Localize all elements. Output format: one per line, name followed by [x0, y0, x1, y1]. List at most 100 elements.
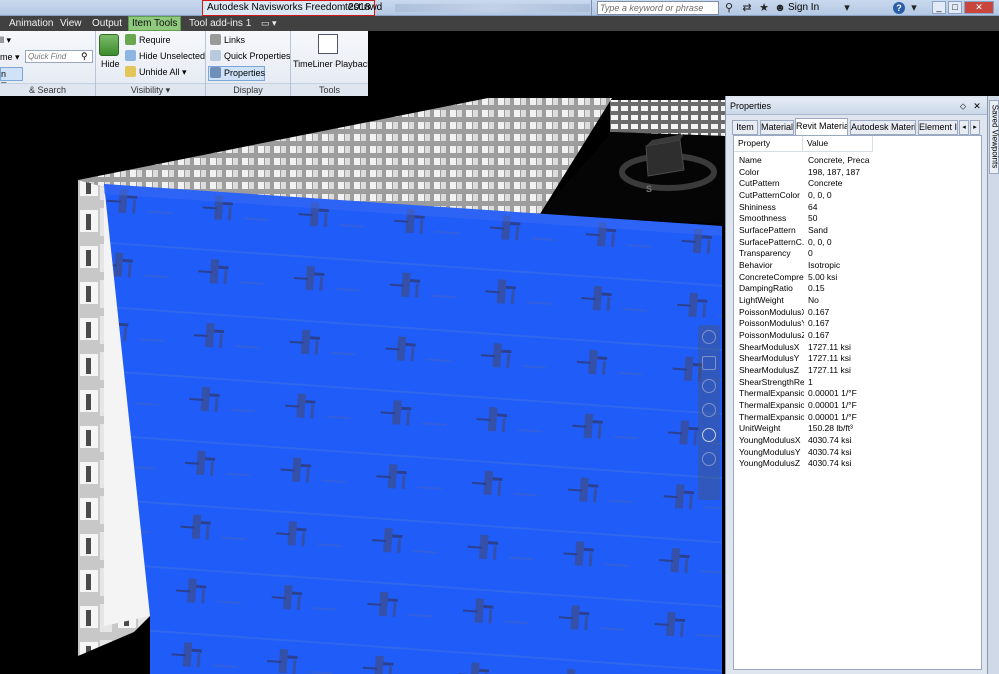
properties-title: Properties: [730, 101, 772, 111]
property-name: SurfacePattern: [739, 224, 796, 235]
properties-button[interactable]: Properties: [210, 67, 265, 80]
orbit-icon[interactable]: [702, 403, 716, 417]
property-row[interactable]: YoungModulusX 4030.74 ksi: [734, 435, 974, 447]
star-icon[interactable]: ★: [757, 0, 771, 16]
timeliner-icon[interactable]: [318, 34, 338, 54]
tab-view[interactable]: View: [57, 16, 85, 31]
hide-unselected-button[interactable]: Hide Unselected: [125, 50, 205, 63]
property-value: 64: [808, 201, 818, 212]
tab-item-tools[interactable]: Item Tools: [128, 16, 182, 31]
property-row[interactable]: YoungModulusY 4030.74 ksi: [734, 447, 974, 459]
property-value: 1727.11 ksi: [808, 341, 851, 352]
require-button[interactable]: Require: [125, 34, 171, 47]
property-row[interactable]: PoissonModulusY 0.167: [734, 318, 974, 330]
timeliner-playback-button[interactable]: TimeLiner Playback: [293, 58, 372, 71]
property-row[interactable]: PoissonModulusZ 0.167: [734, 330, 974, 342]
property-name: DampingRatio: [739, 283, 793, 294]
property-name: Smoothness: [739, 213, 787, 224]
tab-scroll-left-icon[interactable]: ◂: [959, 120, 969, 135]
property-name: CutPattern: [739, 178, 780, 189]
tab-revit-material[interactable]: Revit Material: [795, 118, 848, 135]
zoom-icon[interactable]: [702, 379, 716, 393]
property-row[interactable]: ShearStrengthRe... 1: [734, 377, 974, 389]
property-value: 0.00001 1/°F: [808, 411, 857, 422]
camera-dropdown[interactable]: ▭ ▾: [258, 16, 280, 31]
minimize-button[interactable]: _: [932, 1, 946, 14]
pan-icon[interactable]: [702, 356, 716, 370]
property-value: 1727.11 ksi: [808, 353, 851, 364]
property-row[interactable]: ThermalExpansio... 0.00001 1/°F: [734, 400, 974, 412]
property-name: ShearModulusX: [739, 341, 800, 352]
pin-icon[interactable]: ⬦: [958, 101, 968, 111]
tab-material[interactable]: Material: [760, 120, 794, 135]
properties-tabs: Item Material Revit Material Autodesk Ma…: [726, 118, 988, 135]
property-row[interactable]: Behavior Isotropic: [734, 260, 974, 272]
property-row[interactable]: ShearModulusZ 1727.11 ksi: [734, 365, 974, 377]
tab-scroll-right-icon[interactable]: ▸: [970, 120, 980, 135]
property-row[interactable]: ConcreteCompre... 5.00 ksi: [734, 272, 974, 284]
property-row[interactable]: YoungModulusZ 4030.74 ksi: [734, 458, 974, 470]
quick-properties-button[interactable]: Quick Properties: [210, 50, 291, 63]
unhide-all-button[interactable]: Unhide All ▾: [125, 66, 187, 79]
property-name: YoungModulusZ: [739, 458, 801, 469]
blurred-path: [395, 4, 590, 12]
property-row[interactable]: CutPattern Concrete: [734, 178, 974, 190]
select-search-group-label: & Search: [0, 83, 95, 96]
select-cursor-icon[interactable]: [702, 477, 716, 491]
help-icon[interactable]: ?: [893, 2, 905, 14]
column-header-value[interactable]: Value: [803, 136, 873, 151]
property-row[interactable]: Color 198, 187, 187: [734, 167, 974, 179]
select-same-button[interactable]: me ▾: [0, 51, 20, 64]
maximize-button[interactable]: □: [948, 1, 962, 14]
property-row[interactable]: PoissonModulusX 0.167: [734, 307, 974, 319]
property-row[interactable]: ThermalExpansio... 0.00001 1/°F: [734, 388, 974, 400]
saved-viewpoints-tab[interactable]: Saved Viewpoints: [989, 100, 999, 174]
property-row[interactable]: Name Concrete, Preca...: [734, 155, 974, 167]
property-row[interactable]: Transparency 0: [734, 248, 974, 260]
search-input[interactable]: Type a keyword or phrase: [597, 1, 719, 15]
look-icon[interactable]: [702, 428, 716, 442]
close-button[interactable]: ✕: [964, 1, 994, 14]
tab-autodesk-material[interactable]: Autodesk Material: [850, 120, 916, 135]
property-row[interactable]: SurfacePatternC... 0, 0, 0: [734, 237, 974, 249]
hide-icon[interactable]: [99, 34, 119, 56]
properties-grid: Property Value Name Concrete, Preca... Col…: [733, 135, 982, 670]
selection-tree-button[interactable]: n Tree: [0, 67, 23, 91]
property-row[interactable]: ThermalExpansio... 0.00001 1/°F: [734, 412, 974, 424]
tab-animation[interactable]: Animation: [6, 16, 56, 31]
unhide-all-icon: [125, 66, 136, 77]
select-all-button[interactable]: ll ▾: [0, 34, 11, 47]
property-row[interactable]: LightWeight No: [734, 295, 974, 307]
tab-element-id[interactable]: Element ID: [918, 120, 958, 135]
column-header-property[interactable]: Property: [734, 136, 803, 151]
property-row[interactable]: DampingRatio 0.15: [734, 283, 974, 295]
viewcube[interactable]: [636, 238, 700, 278]
walk-icon[interactable]: [702, 452, 716, 466]
close-icon[interactable]: ✕: [972, 101, 982, 111]
tab-item[interactable]: Item: [732, 120, 758, 135]
steering-wheel-icon[interactable]: [702, 330, 716, 344]
property-row[interactable]: Shininess 64: [734, 202, 974, 214]
chevron-down-icon[interactable]: ▾: [842, 0, 852, 16]
property-row[interactable]: UnitWeight 150.28 lb/ft³: [734, 423, 974, 435]
property-value: 0: [808, 248, 813, 259]
chevron-down-icon[interactable]: ▾: [909, 0, 919, 16]
property-value: 0, 0, 0: [808, 189, 832, 200]
search-icon[interactable]: ⚲: [81, 50, 88, 63]
sign-in-button[interactable]: Sign In: [788, 0, 819, 16]
property-row[interactable]: CutPatternColor 0, 0, 0: [734, 190, 974, 202]
property-name: Behavior: [739, 259, 773, 270]
subscription-icon[interactable]: ⇄: [740, 0, 754, 16]
property-row[interactable]: SurfacePattern Sand: [734, 225, 974, 237]
property-row[interactable]: ShearModulusY 1727.11 ksi: [734, 353, 974, 365]
hide-unselected-icon: [125, 50, 136, 61]
property-row[interactable]: Smoothness 50: [734, 213, 974, 225]
hide-button[interactable]: Hide: [101, 58, 120, 71]
property-row[interactable]: ShearModulusX 1727.11 ksi: [734, 342, 974, 354]
property-name: ShearModulusZ: [739, 364, 800, 375]
links-button[interactable]: Links: [210, 34, 245, 47]
binoculars-icon[interactable]: ⚲: [722, 0, 736, 16]
scene-viewport[interactable]: S: [0, 96, 725, 674]
tab-tool-addins[interactable]: Tool add-ins 1: [186, 16, 254, 31]
tab-output[interactable]: Output: [89, 16, 125, 31]
